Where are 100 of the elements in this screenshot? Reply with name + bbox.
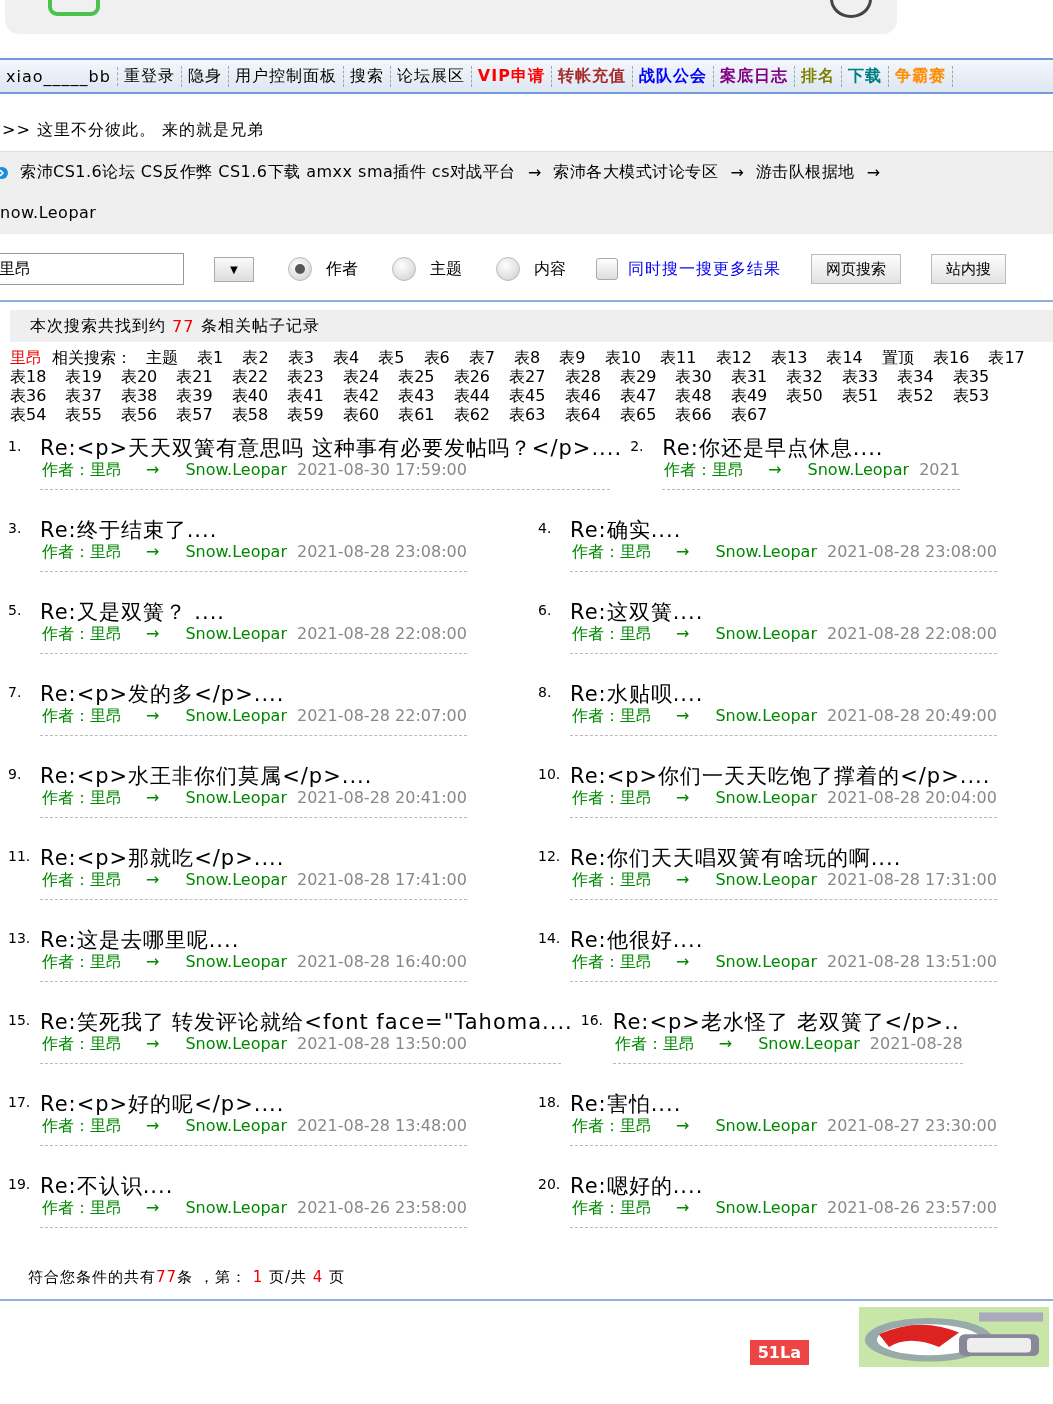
result-title[interactable]: Re:害怕.... xyxy=(570,1092,1009,1116)
author-link[interactable]: 里昂 xyxy=(90,1034,122,1055)
tag-link[interactable]: 表28 xyxy=(564,367,601,386)
board-link[interactable]: Snow.Leopar xyxy=(185,460,287,481)
author-link[interactable]: 里昂 xyxy=(90,542,122,563)
breadcrumb-link[interactable]: now.Leopar xyxy=(0,203,97,222)
nav-link[interactable]: 案底日志 xyxy=(713,65,795,87)
board-link[interactable]: Snow.Leopar xyxy=(185,1198,287,1219)
tag-link[interactable]: 表4 xyxy=(332,348,360,367)
result-title[interactable]: Re:<p>那就吃</p>.... xyxy=(40,846,479,870)
author-link[interactable]: 里昂 xyxy=(620,624,652,645)
breadcrumb-link[interactable]: 索沛各大模式讨论专区 xyxy=(553,162,719,183)
breadcrumb-link[interactable]: 索沛CS1.6论坛 CS反作弊 CS1.6下载 amxx sma插件 cs对战平台 xyxy=(20,162,516,183)
tag-link[interactable]: 表11 xyxy=(660,348,697,367)
radio-button[interactable] xyxy=(392,257,416,281)
result-title[interactable]: Re:水贴呗.... xyxy=(570,682,1009,706)
tag-link[interactable]: 表19 xyxy=(65,367,102,386)
tag-link[interactable]: 表46 xyxy=(564,386,601,405)
tag-link[interactable]: 表37 xyxy=(65,386,102,405)
tag-link[interactable]: 表63 xyxy=(509,405,546,424)
result-title[interactable]: Re:这双簧.... xyxy=(570,600,1009,624)
tag-link[interactable]: 表58 xyxy=(231,405,269,424)
tag-link[interactable]: 表18 xyxy=(10,367,47,386)
tag-link[interactable]: 表34 xyxy=(897,367,934,386)
board-link[interactable]: Snow.Leopar xyxy=(185,788,287,809)
tag-link[interactable]: 表45 xyxy=(509,386,546,405)
search-button[interactable]: 站内搜 xyxy=(931,254,1006,284)
tag-link[interactable]: 表29 xyxy=(620,367,657,386)
search-button[interactable]: 网页搜索 xyxy=(811,254,901,284)
nav-link[interactable]: 用户控制面板 xyxy=(228,65,344,87)
tag-link[interactable]: 表25 xyxy=(398,367,435,386)
board-link[interactable]: Snow.Leopar xyxy=(185,1116,287,1137)
author-link[interactable]: 里昂 xyxy=(620,952,652,973)
author-link[interactable]: 里昂 xyxy=(90,1198,122,1219)
author-link[interactable]: 里昂 xyxy=(620,1198,652,1219)
tag-link[interactable]: 表7 xyxy=(468,348,495,367)
tag-link[interactable]: 表9 xyxy=(559,348,586,367)
tag-link[interactable]: 表1 xyxy=(197,348,224,367)
keyword-link[interactable]: 里昂 xyxy=(10,348,42,367)
tag-link[interactable]: 表52 xyxy=(897,386,934,405)
nav-link[interactable]: 重登录 xyxy=(117,65,182,87)
tag-link[interactable]: 表12 xyxy=(715,348,752,367)
tag-link[interactable]: 表21 xyxy=(176,367,213,386)
author-link[interactable]: 里昂 xyxy=(90,624,122,645)
tag-link[interactable]: 表67 xyxy=(730,405,768,424)
result-title[interactable]: Re:确实.... xyxy=(570,518,1009,542)
result-title[interactable]: Re:笑死我了 转发评论就给<font face="Tahoma.... xyxy=(40,1010,573,1034)
tag-link[interactable]: 表53 xyxy=(952,386,990,405)
tag-link[interactable]: 表44 xyxy=(453,386,490,405)
more-results-link[interactable]: 同时搜一搜更多结果 xyxy=(628,258,781,280)
result-title[interactable]: Re:这是去哪里呢.... xyxy=(40,928,479,952)
result-title[interactable]: Re:<p>发的多</p>.... xyxy=(40,682,479,706)
nav-link[interactable]: 战队公会 xyxy=(632,65,714,87)
board-link[interactable]: Snow.Leopar xyxy=(715,1116,817,1137)
board-link[interactable]: Snow.Leopar xyxy=(715,952,817,973)
radio-button[interactable] xyxy=(496,257,520,281)
tag-link[interactable]: 表10 xyxy=(604,348,641,367)
result-title[interactable]: Re:<p>老水怪了 老双簧了</p>.. xyxy=(612,1010,975,1034)
tag-link[interactable]: 表17 xyxy=(988,348,1025,367)
author-link[interactable]: 里昂 xyxy=(620,788,652,809)
result-title[interactable]: Re:<p>你们一天天吃饱了撑着的</p>.... xyxy=(570,764,1009,788)
board-link[interactable]: Snow.Leopar xyxy=(715,1198,817,1219)
tag-link[interactable]: 表50 xyxy=(786,386,823,405)
board-link[interactable]: Snow.Leopar xyxy=(185,542,287,563)
author-link[interactable]: 里昂 xyxy=(620,1116,652,1137)
author-link[interactable]: 里昂 xyxy=(620,706,652,727)
result-title[interactable]: Re:<p>好的呢</p>.... xyxy=(40,1092,479,1116)
author-link[interactable]: 里昂 xyxy=(620,870,652,891)
tag-link[interactable]: 表8 xyxy=(514,348,541,367)
author-link[interactable]: 里昂 xyxy=(712,460,745,481)
tag-link[interactable]: 表61 xyxy=(398,405,435,424)
tag-link[interactable]: 表2 xyxy=(242,348,269,367)
tag-link[interactable]: 表51 xyxy=(841,386,879,405)
tag-link[interactable]: 表62 xyxy=(453,405,490,424)
result-title[interactable]: Re:<p>天天双簧有意思吗 这种事有必要发帖吗？</p>.... xyxy=(40,436,623,460)
result-title[interactable]: Re:终于结束了.... xyxy=(40,518,479,542)
radio-button[interactable] xyxy=(288,257,312,281)
board-link[interactable]: Snow.Leopar xyxy=(185,706,287,727)
tag-link[interactable]: 表49 xyxy=(730,386,768,405)
result-title[interactable]: Re:<p>水王非你们莫属</p>.... xyxy=(40,764,479,788)
tag-link[interactable]: 表48 xyxy=(675,386,712,405)
nav-link[interactable]: xiao_____bb xyxy=(0,66,118,86)
author-link[interactable]: 里昂 xyxy=(620,542,652,563)
dropdown-button[interactable]: ▼ xyxy=(214,256,254,282)
nav-link[interactable]: 论坛展区 xyxy=(390,65,472,87)
tag-link[interactable]: 表22 xyxy=(231,367,269,386)
tag-link[interactable]: 表54 xyxy=(10,405,47,424)
tag-link[interactable]: 表14 xyxy=(826,348,863,367)
tag-link[interactable]: 表24 xyxy=(342,367,380,386)
board-link[interactable]: Snow.Leopar xyxy=(185,1034,287,1055)
tag-link[interactable]: 表23 xyxy=(287,367,324,386)
author-link[interactable]: 里昂 xyxy=(90,952,122,973)
tag-link[interactable]: 表6 xyxy=(423,348,450,367)
tag-link[interactable]: 表38 xyxy=(120,386,158,405)
tag-link[interactable]: 表65 xyxy=(620,405,657,424)
tag-link[interactable]: 表32 xyxy=(786,367,823,386)
tag-link[interactable]: 表57 xyxy=(176,405,213,424)
result-title[interactable]: Re:他很好.... xyxy=(570,928,1009,952)
tag-link[interactable]: 表41 xyxy=(287,386,324,405)
author-link[interactable]: 里昂 xyxy=(90,706,122,727)
